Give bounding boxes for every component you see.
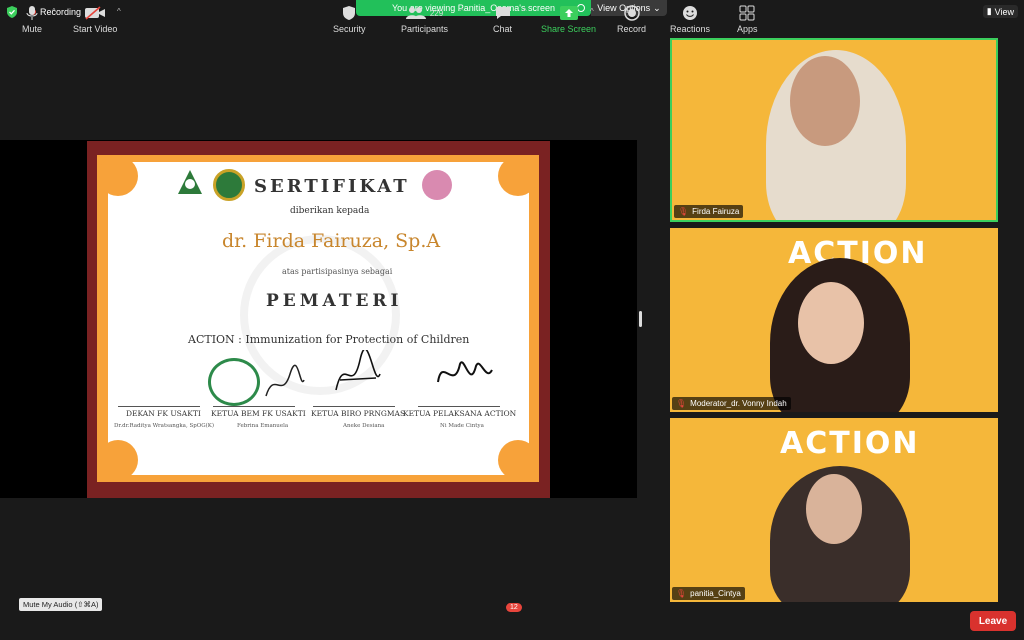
apps-icon (739, 4, 755, 22)
participants-button[interactable]: 229 Participants (401, 4, 448, 34)
video-tile[interactable]: ACTION 🎙 panitia_Cintya (670, 418, 998, 602)
chat-label: Chat (493, 24, 513, 34)
faculty-logo (213, 169, 245, 201)
participant-label: 🎙 panitia_Cintya (672, 587, 745, 600)
participant-face (790, 56, 860, 146)
chat-icon (495, 4, 511, 22)
university-logo (178, 170, 202, 194)
signatory-title: DEKAN FK USAKTI (126, 409, 201, 418)
record-label: Record (617, 24, 647, 34)
participant-label: 🎙 Firda Fairuza (674, 205, 744, 218)
microphone-icon (26, 4, 38, 22)
mic-muted-icon: 🎙 (676, 589, 687, 598)
participant-label: 🎙 Moderator_dr. Vonny Indah (672, 397, 791, 410)
participants-icon: 229 (405, 4, 444, 22)
corner-decoration (98, 440, 138, 480)
certificate-role: PEMATERI (266, 291, 403, 311)
chevron-up-icon[interactable]: ^ (117, 7, 121, 16)
mic-muted-icon: 🎙 (678, 207, 689, 216)
video-tile[interactable]: 🎙 Firda Fairuza (670, 38, 998, 222)
mute-button[interactable]: Mute (22, 4, 42, 34)
signatory-name: Febrina Emanuela (237, 423, 289, 429)
signature-line (213, 406, 295, 407)
signature-line (418, 406, 500, 407)
shield-icon (342, 4, 356, 22)
start-video-button[interactable]: Start Video (73, 4, 117, 34)
signature-biro (335, 350, 381, 391)
participant-name: Moderator_dr. Vonny Indah (690, 399, 787, 408)
reactions-button[interactable]: Reactions (670, 4, 710, 34)
record-icon (623, 4, 640, 22)
security-shield-icon[interactable] (6, 6, 18, 18)
layout-icon: ▮ (986, 6, 992, 16)
share-screen-button[interactable]: Share Screen (541, 4, 596, 34)
participants-label: Participants (401, 24, 449, 34)
corner-decoration (498, 156, 538, 196)
signatory-name: Dr.dr.Raditya Wratsangka, SpOG(K) (114, 423, 215, 429)
security-button[interactable]: Security (333, 4, 366, 34)
participant-name: Firda Fairuza (692, 207, 740, 216)
signature-line (118, 406, 200, 407)
official-stamp (208, 358, 260, 406)
chevron-up-icon[interactable]: ^ (52, 7, 56, 16)
mute-tooltip: Mute My Audio (⇧⌘A) (19, 598, 103, 611)
mic-muted-icon: 🎙 (676, 399, 687, 408)
signature-line (313, 406, 395, 407)
video-off-icon (84, 4, 106, 22)
signatory-title: KETUA BIRO PRNGMAS (311, 409, 406, 418)
signature-bem (265, 364, 305, 397)
certificate-event: ACTION : Immunization for Protection of … (188, 333, 470, 346)
apps-button[interactable]: Apps (737, 4, 758, 34)
chevron-up-icon[interactable]: ^ (523, 7, 527, 16)
corner-decoration (498, 440, 538, 480)
security-label: Security (333, 24, 366, 34)
chevron-up-icon[interactable]: ^ (460, 7, 464, 16)
leave-button[interactable]: Leave (970, 611, 1016, 631)
certificate-recipient: dr. Firda Fairuza, Sp.A (222, 230, 441, 252)
chat-badge: 12 (506, 603, 522, 612)
start-video-label: Start Video (73, 24, 118, 34)
record-button[interactable]: Record (617, 4, 646, 34)
chevron-down-icon: ⌄ (653, 2, 661, 13)
signatory-title: KETUA BEM FK USAKTI (211, 409, 306, 418)
signatory-title: KETUA PELAKSANA ACTION (403, 409, 517, 418)
participant-name: panitia_Cintya (690, 589, 741, 598)
corner-decoration (98, 156, 138, 196)
signature-pelaksana (437, 361, 493, 383)
smiley-icon (682, 4, 698, 22)
view-label: View (994, 6, 1014, 17)
certificate-participation: atas partisipasinya sebagai (282, 267, 393, 276)
signatory-name: Ni Made Cintya (440, 423, 484, 429)
reactions-label: Reactions (670, 24, 711, 34)
certificate-title: SERTIFIKAT (254, 176, 410, 197)
share-screen-icon (559, 4, 578, 22)
chevron-up-icon[interactable]: ^ (590, 7, 594, 16)
apps-label: Apps (737, 24, 758, 34)
certificate-given-to: diberikan kepada (290, 206, 370, 216)
participant-face (806, 474, 862, 544)
banner-text: ACTION (780, 426, 920, 461)
share-screen-label: Share Screen (541, 24, 597, 34)
chat-button[interactable]: Chat (493, 4, 512, 34)
split-view-handle[interactable] (639, 311, 642, 327)
video-tile[interactable]: ACTION 🎙 Moderator_dr. Vonny Indah (670, 228, 998, 412)
mute-label: Mute (22, 24, 43, 34)
pengmas-logo (422, 170, 452, 200)
signatory-name: Aneke Desiana (343, 423, 385, 429)
view-button[interactable]: ▮ View (982, 5, 1018, 18)
participant-face (798, 282, 864, 364)
participants-count: 229 (429, 8, 444, 18)
